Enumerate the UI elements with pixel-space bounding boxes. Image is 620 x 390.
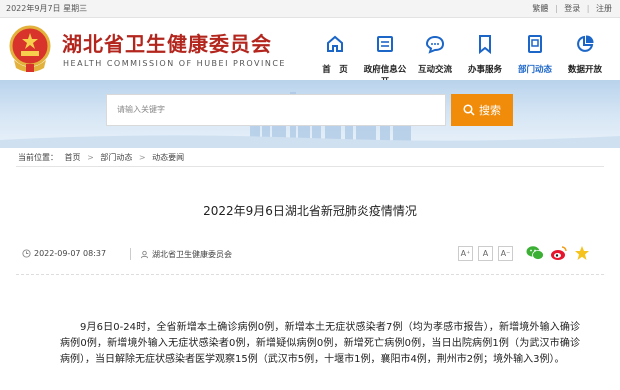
divider: |: [586, 4, 590, 13]
nav-item-label: 部门动态: [517, 65, 552, 75]
divider: [16, 274, 604, 275]
register-link[interactable]: 注册: [596, 4, 612, 13]
article-source-text: 湖北省卫生健康委员会: [152, 250, 232, 259]
site-header: 湖北省卫生健康委员会 HEALTH COMMISSION OF HUBEI PR…: [0, 18, 620, 87]
nav-item-label: 办事服务: [467, 65, 502, 75]
breadcrumb: 当前位置： 首页 > 部门动态 > 动态要闻: [18, 152, 188, 163]
pie-chart-icon: [577, 35, 594, 52]
divider: [130, 248, 131, 260]
nav-item-label: 首 页: [322, 65, 348, 75]
document-icon: [377, 36, 393, 52]
font-size-default-button[interactable]: A: [478, 246, 493, 261]
chat-bubble-icon: [425, 35, 445, 54]
divider: |: [554, 4, 558, 13]
article-date-text: 2022-09-07 08:37: [34, 249, 107, 258]
article-title: 2022年9月6日湖北省新冠肺炎疫情情况: [203, 204, 417, 218]
nav-item-gov-info[interactable]: 政府信息公开: [360, 30, 410, 87]
article-meta: 2022-09-07 08:37 湖北省卫生健康委员会 A⁺ A A⁻: [16, 244, 604, 266]
article-source: 湖北省卫生健康委员会: [140, 249, 232, 260]
search-input[interactable]: 请输入关键字: [106, 94, 446, 126]
top-bar: 2022年9月7日 星期三 繁體 | 登录 | 注册: [0, 0, 620, 18]
file-icon: [528, 35, 542, 53]
nav-item-department-news[interactable]: 部门动态: [510, 30, 560, 87]
favorite-star-icon[interactable]: [574, 245, 590, 261]
search-icon: [463, 104, 475, 116]
breadcrumb-separator: >: [138, 153, 146, 162]
site-subtitle: HEALTH COMMISSION OF HUBEI PROVINCE: [63, 59, 286, 68]
clock-icon: [22, 249, 31, 258]
article-date: 2022-09-07 08:37: [22, 249, 106, 258]
site-title[interactable]: 湖北省卫生健康委员会: [62, 28, 272, 57]
main-nav: 首 页 政府信息公开 互动交流 办事服务 部门动态: [310, 30, 610, 87]
top-links: 繁體 | 登录 | 注册: [528, 0, 612, 17]
login-link[interactable]: 登录: [564, 4, 580, 13]
nav-item-label: 数据开放: [567, 65, 602, 75]
home-icon: [327, 35, 343, 52]
breadcrumb-home[interactable]: 首页: [65, 153, 81, 162]
traditional-chinese-link[interactable]: 繁體: [532, 4, 548, 13]
breadcrumb-separator: >: [87, 153, 94, 162]
nav-item-services[interactable]: 办事服务: [460, 30, 510, 87]
weibo-icon[interactable]: [550, 245, 568, 261]
nav-item-label: 互动交流: [417, 65, 452, 75]
font-size-decrease-button[interactable]: A⁻: [498, 246, 513, 261]
search-banner: 请输入关键字 搜索: [0, 80, 620, 148]
search-button-label: 搜索: [479, 104, 501, 117]
wechat-icon[interactable]: [526, 245, 544, 261]
breadcrumb-department-news[interactable]: 部门动态: [100, 153, 132, 162]
font-size-increase-button[interactable]: A⁺: [458, 246, 473, 261]
user-icon: [140, 250, 149, 259]
national-emblem-icon: [9, 25, 51, 72]
breadcrumb-prefix: 当前位置：: [18, 153, 58, 162]
nav-item-open-data[interactable]: 数据开放: [560, 30, 610, 87]
current-date: 2022年9月7日 星期三: [6, 4, 88, 13]
nav-item-interaction[interactable]: 互动交流: [410, 30, 460, 87]
divider: [16, 166, 604, 167]
breadcrumb-news[interactable]: 动态要闻: [152, 153, 184, 162]
article-body: 9月6日0-24时，全省新增本土确诊病例0例，新增本土无症状感染者7例（均为孝感…: [60, 322, 580, 365]
nav-item-home[interactable]: 首 页: [310, 30, 360, 87]
search-button[interactable]: 搜索: [451, 94, 513, 126]
bookmark-icon: [479, 35, 491, 54]
